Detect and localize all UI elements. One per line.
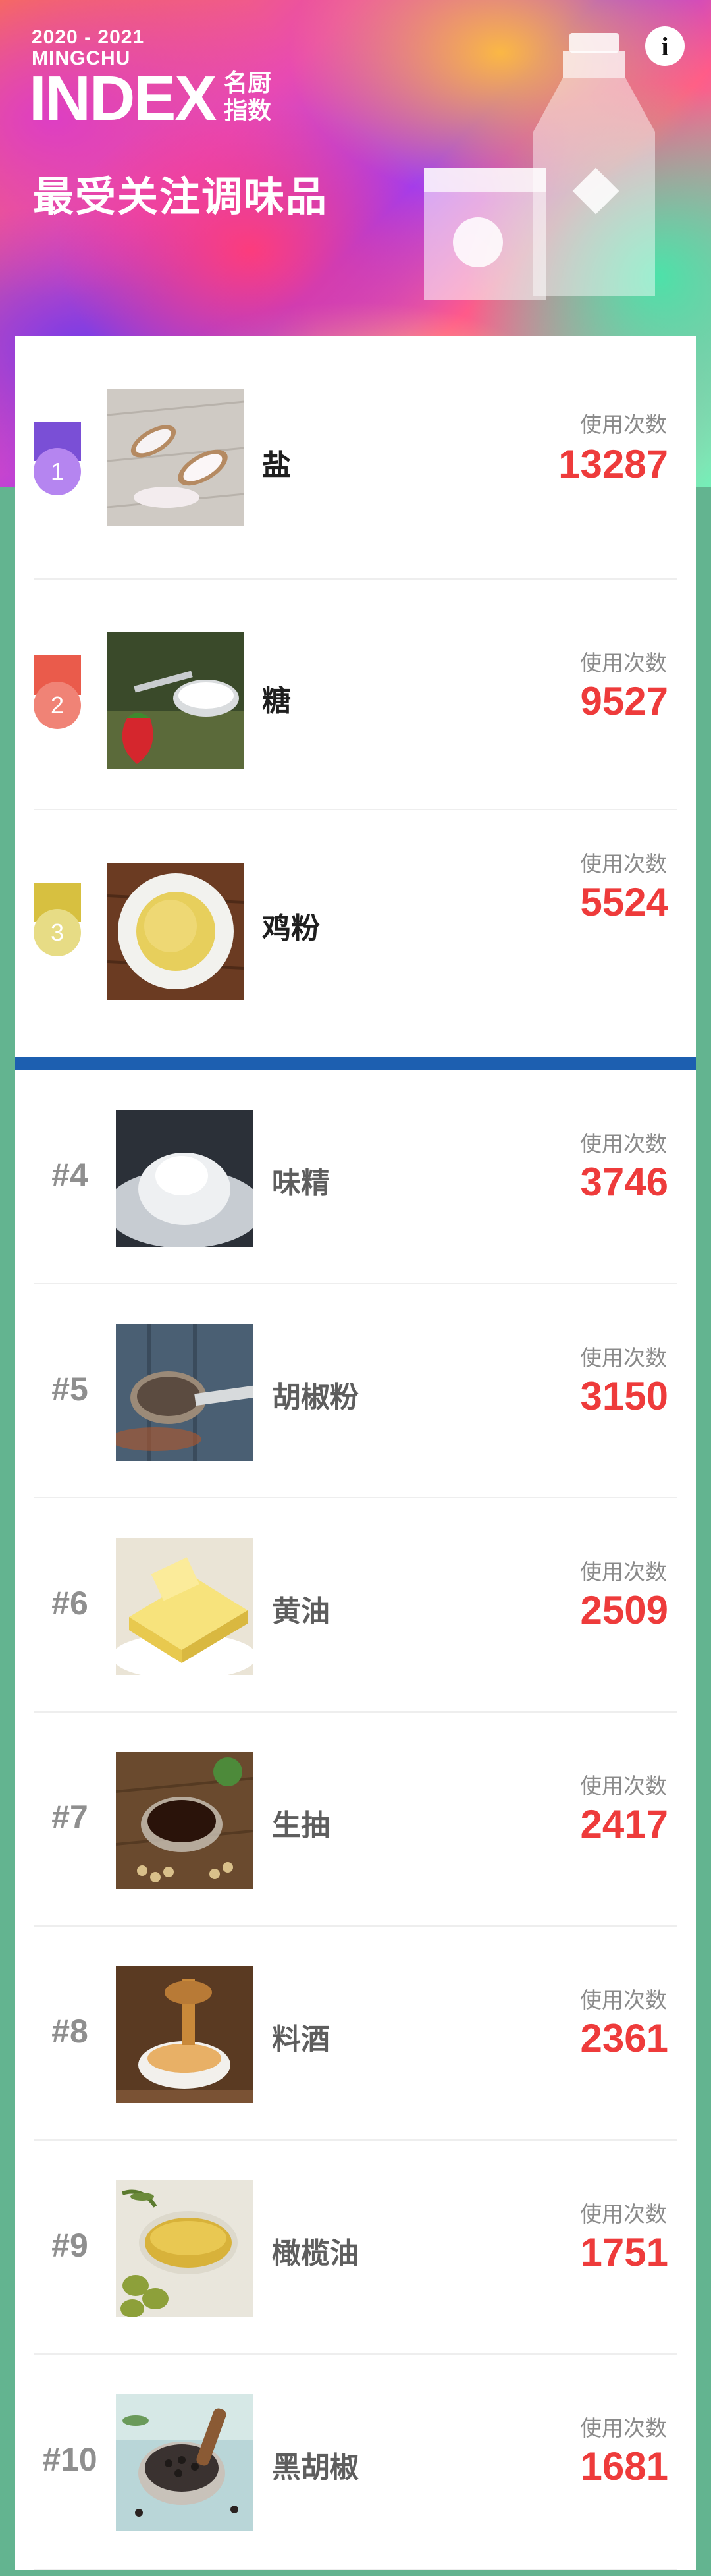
rank-number: #4 [51, 1157, 88, 1193]
list-item[interactable]: #6 黄油 使用次数 2509 [15, 1498, 696, 1713]
bottle-illustration [424, 33, 655, 300]
ranking-card: #4 味精 使用次数 3746 #5 胡椒粉 使用次数 3150 #6 黄油 使… [15, 1070, 696, 2570]
usage-count: 2417 [580, 1802, 668, 1846]
item-name: 黑胡椒 [272, 2451, 359, 2484]
pepper-powder-photo [116, 1324, 253, 1461]
logo-index: INDEX [29, 63, 217, 134]
rank-medal: 3 [34, 883, 81, 956]
item-name: 糖 [262, 684, 291, 718]
item-name: 味精 [272, 1166, 330, 1200]
rank-number: 1 [34, 448, 81, 495]
usage-label: 使用次数 [580, 1559, 667, 1585]
item-name: 胡椒粉 [272, 1381, 359, 1414]
rank-number: 3 [34, 909, 81, 956]
rank-medal: 1 [34, 422, 81, 495]
usage-count: 3746 [580, 1160, 668, 1204]
rank-number: #9 [51, 2227, 88, 2264]
info-icon[interactable]: i [645, 26, 685, 66]
item-name: 料酒 [272, 2023, 330, 2056]
black-pepper-photo [116, 2394, 253, 2531]
info-glyph: i [661, 31, 669, 61]
rank-medal: 2 [34, 655, 81, 729]
logo-years: 2020 - 2021 [32, 26, 145, 48]
usage-label: 使用次数 [580, 2415, 667, 2441]
logo-cn-line1: 名厨 [224, 70, 272, 97]
list-item[interactable]: #5 胡椒粉 使用次数 3150 [15, 1284, 696, 1498]
rank-number: 2 [34, 682, 81, 729]
rank-number: #5 [51, 1371, 88, 1408]
item-name: 盐 [262, 449, 291, 482]
usage-count: 3150 [580, 1374, 668, 1418]
olive-oil-photo [116, 2180, 253, 2317]
item-name: 鸡粉 [262, 912, 320, 945]
usage-count: 13287 [558, 442, 668, 486]
item-name: 橄榄油 [272, 2237, 359, 2270]
usage-count: 2361 [580, 2016, 668, 2060]
salt-photo [107, 389, 244, 526]
usage-label: 使用次数 [580, 1131, 667, 1157]
butter-photo [116, 1538, 253, 1675]
list-item[interactable]: #10 黑胡椒 使用次数 1681 [15, 2355, 696, 2570]
usage-count: 5524 [580, 880, 668, 924]
list-item[interactable]: #7 生抽 使用次数 2417 [15, 1713, 696, 1927]
cooking-wine-photo [116, 1966, 253, 2103]
usage-label: 使用次数 [580, 650, 667, 676]
section-divider [15, 1057, 696, 1070]
list-item[interactable]: #9 橄榄油 使用次数 1751 [15, 2141, 696, 2355]
rank-number: #7 [51, 1799, 88, 1836]
divider [34, 2569, 677, 2570]
page-title: 最受关注调味品 [33, 173, 329, 221]
list-item[interactable]: 2 糖 使用次数 9527 [15, 580, 696, 810]
sugar-photo [107, 632, 244, 769]
rank-number: #10 [42, 2441, 97, 2478]
soy-sauce-photo [116, 1752, 253, 1889]
usage-count: 1751 [580, 2230, 668, 2274]
rank-number: #6 [51, 1585, 88, 1622]
usage-label: 使用次数 [580, 412, 667, 437]
usage-label: 使用次数 [580, 1773, 667, 1799]
usage-label: 使用次数 [580, 1987, 667, 2013]
list-item[interactable]: 3 鸡粉 使用次数 5524 [15, 810, 696, 1057]
list-item[interactable]: 1 盐 使用次数 13287 [15, 336, 696, 580]
chicken-powder-photo [107, 863, 244, 1000]
logo-cn-line2: 指数 [224, 97, 272, 124]
top3-card: 1 盐 使用次数 13287 2 糖 使用次数 9527 3 鸡粉 使用次数 5… [15, 336, 696, 1057]
list-item[interactable]: #4 味精 使用次数 3746 [15, 1070, 696, 1284]
msg-photo [116, 1110, 253, 1247]
usage-count: 9527 [580, 679, 668, 723]
usage-count: 2509 [580, 1588, 668, 1632]
usage-label: 使用次数 [580, 851, 667, 877]
rank-number: #8 [51, 2013, 88, 2050]
usage-label: 使用次数 [580, 1345, 667, 1371]
usage-label: 使用次数 [580, 2201, 667, 2227]
item-name: 黄油 [272, 1595, 330, 1628]
list-item[interactable]: #8 料酒 使用次数 2361 [15, 1927, 696, 2141]
item-name: 生抽 [272, 1809, 330, 1842]
usage-count: 1681 [580, 2444, 668, 2488]
